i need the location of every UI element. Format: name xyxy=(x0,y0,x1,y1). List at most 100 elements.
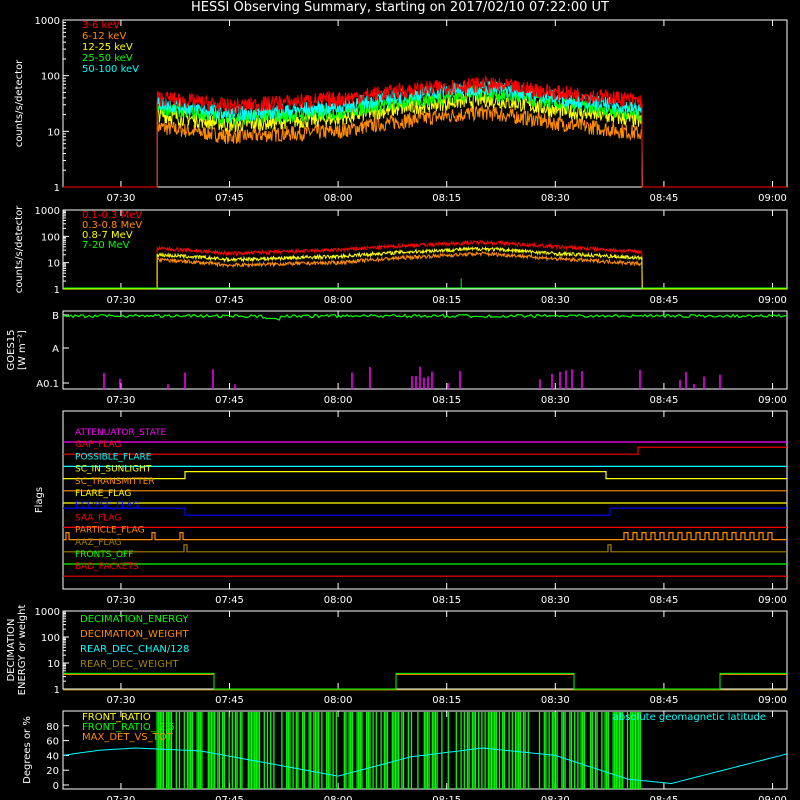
goes-yunit: [W m⁻²] xyxy=(17,330,28,370)
gamma-panel-xtick-label: 08:30 xyxy=(541,295,570,306)
decimation-ytick-label: 10 xyxy=(47,659,60,670)
flags-panel-xtick-label: 08:15 xyxy=(432,595,461,606)
flags-ylabel: Flags xyxy=(34,487,45,513)
gamma-series-line xyxy=(63,245,787,290)
gamma-ytick-label: 10 xyxy=(47,259,60,270)
legend-entry: absolute geomagnetic latitude xyxy=(613,712,766,723)
decimation-panel-xtick-label: 08:15 xyxy=(432,695,461,706)
goes-panel xyxy=(62,310,788,390)
hxr-panel-xtick-label: 08:30 xyxy=(541,193,570,204)
gamma-ytick-label: 1 xyxy=(54,285,60,296)
flag-label: AAZ_FLAG xyxy=(75,538,122,548)
flags-panel xyxy=(62,410,788,590)
hxr-ytick-label: 1 xyxy=(54,183,60,194)
goes-ytick-label: A0.1 xyxy=(36,379,59,390)
legend-entry: REAR_DEC_WEIGHT xyxy=(80,659,179,670)
decimation-ytick-label: 1000 xyxy=(35,607,60,618)
flag-label: SC_TRANSMITTER xyxy=(75,477,155,487)
flag-label: ECLIPSE_FLAG xyxy=(75,501,139,511)
hxr-panel-xtick-label: 07:30 xyxy=(107,193,136,204)
flag-label: FRONTS_OFF xyxy=(75,550,133,560)
flag-label: GAP_FLAG xyxy=(75,440,121,450)
flags-panel-xtick-label: 08:45 xyxy=(650,595,679,606)
decimation-panel-xtick-label: 08:45 xyxy=(650,695,679,706)
gamma-ytick-label: 100 xyxy=(41,232,60,243)
ratio-panel-xtick-label: 08:00 xyxy=(324,795,353,800)
hxr-ytick-label: 10 xyxy=(47,127,60,138)
flag-label: POSSIBLE_FLARE xyxy=(75,452,152,462)
goes-panel-xtick-label: 08:15 xyxy=(432,395,461,406)
legend-entry: 50-100 keV xyxy=(82,64,139,75)
ratio-ylabel: Degrees or % xyxy=(22,716,33,784)
goes-panel-xtick-label: 07:30 xyxy=(107,395,136,406)
hxr-panel-xtick-label: 08:45 xyxy=(650,193,679,204)
legend-entry: 12-25 keV xyxy=(82,42,133,53)
flag-line xyxy=(63,532,787,541)
hxr-panel-xtick-label: 09:00 xyxy=(758,193,787,204)
gamma-series-line xyxy=(63,239,787,290)
gamma-panel-xtick-label: 08:15 xyxy=(432,295,461,306)
ratio-ytick-label: 80 xyxy=(46,722,59,733)
hxr-panel-xtick-label: 08:00 xyxy=(324,193,353,204)
gamma-ytick-label: 1000 xyxy=(35,206,60,217)
flags-panel-xtick-label: 07:45 xyxy=(215,595,244,606)
flag-label: ATTENUATOR_STATE xyxy=(75,428,167,438)
gamma-panel-xtick-label: 07:45 xyxy=(215,295,244,306)
decimation-panel-xtick-label: 08:00 xyxy=(324,695,353,706)
legend-entry: REAR_DEC_CHAN/128 xyxy=(80,644,189,655)
ratio-ytick-label: 40 xyxy=(46,751,59,762)
gamma-panel-xtick-label: 08:00 xyxy=(324,295,353,306)
hxr-series-line xyxy=(63,75,787,188)
hxr-ylabel: counts/s/detector xyxy=(14,59,25,147)
goes-panel-xtick-label: 09:00 xyxy=(758,395,787,406)
decimation-ylabel-2: ENERGY or weight xyxy=(17,605,28,696)
flag-line xyxy=(63,471,787,480)
decimation-ytick-label: 1 xyxy=(54,685,60,696)
flags-panel-xtick-label: 09:00 xyxy=(758,595,787,606)
goes-panel-xtick-label: 08:30 xyxy=(541,395,570,406)
goes-ytick-label: A xyxy=(52,344,59,355)
ratio-ytick-label: 60 xyxy=(46,737,59,748)
gamma-panel-xtick-label: 07:30 xyxy=(107,295,136,306)
decimation-panel-xtick-label: 07:30 xyxy=(107,695,136,706)
hxr-panel-xtick-label: 08:15 xyxy=(432,193,461,204)
hxr-series-line xyxy=(63,91,787,188)
flag-line xyxy=(63,446,787,455)
gamma-panel-xtick-label: 08:45 xyxy=(650,295,679,306)
gamma-ylabel: counts/s/detector xyxy=(14,205,25,293)
flag-label: FLARE_FLAG xyxy=(75,489,131,499)
ratio-panel-xtick-label: 08:45 xyxy=(650,795,679,800)
gamma-panel-xtick-label: 09:00 xyxy=(758,295,787,306)
decimation-panel-xtick-label: 08:30 xyxy=(541,695,570,706)
legend-entry: 7-20 MeV xyxy=(82,240,130,251)
legend-entry: 25-50 keV xyxy=(82,53,133,64)
gamma-series-line xyxy=(63,250,787,290)
goes-panel-xtick-label: 08:00 xyxy=(324,395,353,406)
hxr-panel-xtick-label: 07:45 xyxy=(215,193,244,204)
legend-entry: DECIMATION_ENERGY xyxy=(80,614,189,625)
ratio-panel-xtick-label: 08:30 xyxy=(541,795,570,800)
ratio-panel-xtick-label: 08:15 xyxy=(432,795,461,800)
ratio-ytick-label: 20 xyxy=(46,766,59,777)
goes-panel-xtick-label: 07:45 xyxy=(215,395,244,406)
ratio-panel-xtick-label: 07:45 xyxy=(215,795,244,800)
flag-label: PARTICLE_FLAG xyxy=(75,526,145,536)
hxr-ytick-label: 100 xyxy=(41,72,60,83)
flag-label: BAD_PACKETS xyxy=(75,562,139,572)
legend-entry: DECIMATION_WEIGHT xyxy=(80,629,189,640)
decimation-weight-line xyxy=(63,673,787,691)
ratio-panel-xtick-label: 07:30 xyxy=(107,795,136,800)
legend-entry: 3-6 keV xyxy=(82,20,120,31)
flag-line xyxy=(63,507,787,516)
flag-label: SAA_FLAG xyxy=(75,513,121,523)
ratio-ytick-label: 0 xyxy=(53,781,59,792)
flags-panel-xtick-label: 08:00 xyxy=(324,595,353,606)
flags-panel-xtick-label: 07:30 xyxy=(107,595,136,606)
flag-line xyxy=(63,544,787,553)
decimation-panel-xtick-label: 09:00 xyxy=(758,695,787,706)
goes-ylabel: GOES15 xyxy=(6,329,17,370)
flags-panel-xtick-label: 08:30 xyxy=(541,595,570,606)
legend-entry: MAX_DET_VS_TOT xyxy=(82,732,174,743)
ratio-panel-xtick-label: 09:00 xyxy=(758,795,787,800)
decimation-energy-line xyxy=(63,672,787,690)
